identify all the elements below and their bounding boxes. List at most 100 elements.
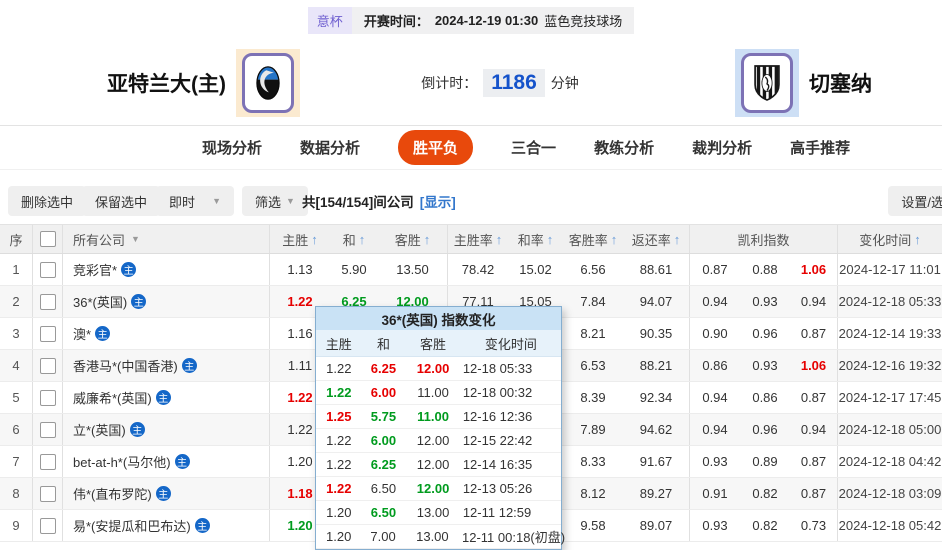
row-checkbox-cell[interactable] bbox=[33, 446, 63, 477]
primary-badge-icon: 主 bbox=[95, 326, 110, 341]
value-cell: 9 bbox=[0, 510, 33, 541]
row-checkbox-cell[interactable] bbox=[33, 350, 63, 381]
row-checkbox-cell[interactable] bbox=[33, 382, 63, 413]
row-checkbox[interactable] bbox=[40, 326, 56, 342]
tab-live-analysis[interactable]: 现场分析 bbox=[202, 137, 262, 158]
row-checkbox[interactable] bbox=[40, 358, 56, 374]
value-cell: 2 bbox=[0, 286, 33, 317]
sort-up-icon: ↑ bbox=[914, 232, 921, 247]
value-cell: 6 bbox=[0, 414, 33, 445]
row-checkbox-cell[interactable] bbox=[33, 510, 63, 541]
column-header-所有公司[interactable]: 所有公司▼ bbox=[63, 225, 270, 253]
popup-odds-value: 6.25 bbox=[362, 457, 406, 472]
tab-data-analysis[interactable]: 数据分析 bbox=[300, 137, 360, 158]
row-checkbox[interactable] bbox=[40, 294, 56, 310]
header-label: 返还率 bbox=[632, 230, 671, 249]
value-cell: 89.27 bbox=[623, 478, 690, 509]
company-name: 竞彩官* bbox=[73, 260, 117, 279]
column-header-客胜率[interactable]: 客胜率↑ bbox=[563, 225, 623, 253]
popup-column-header: 客胜 bbox=[405, 334, 461, 353]
row-checkbox-cell[interactable] bbox=[33, 414, 63, 445]
value-cell: 0.93 bbox=[690, 510, 740, 541]
settings-button[interactable]: 设置/选择 bbox=[888, 186, 942, 216]
primary-badge-icon: 主 bbox=[156, 390, 171, 405]
value-cell: 0.93 bbox=[740, 286, 790, 317]
select-all-checkbox[interactable] bbox=[40, 231, 56, 247]
row-checkbox[interactable] bbox=[40, 262, 56, 278]
tab-win-draw-lose[interactable]: 胜平负 bbox=[398, 130, 473, 165]
value-cell: 0.94 bbox=[690, 286, 740, 317]
popup-change-time: 12-11 00:18(初盘) bbox=[460, 527, 561, 546]
odds-cell[interactable]: 1.13 bbox=[270, 254, 330, 285]
popup-odds-value: 13.00 bbox=[405, 529, 460, 544]
company-cell: 立*(英国)主 bbox=[63, 414, 270, 445]
company-name: 立*(英国) bbox=[73, 420, 126, 439]
kickoff-info: 开赛时间： 2024-12-19 01:30 蓝色竞技球场 bbox=[352, 7, 634, 34]
column-header-和率[interactable]: 和率↑ bbox=[508, 225, 563, 253]
popup-odds-value: 1.22 bbox=[316, 457, 362, 472]
popup-odds-row: 1.226.0011.0012-18 00:32 bbox=[316, 381, 561, 405]
row-checkbox-cell[interactable] bbox=[33, 286, 63, 317]
popup-odds-value: 11.00 bbox=[405, 385, 461, 400]
company-cell: 香港马*(中国香港)主 bbox=[63, 350, 270, 381]
tab-three-in-one[interactable]: 三合一 bbox=[511, 137, 556, 158]
popup-change-time: 12-18 05:33 bbox=[461, 361, 561, 376]
value-cell: 1.06 bbox=[790, 350, 838, 381]
value-cell: 92.34 bbox=[623, 382, 690, 413]
table-row: 1竞彩官*主1.135.9013.5078.4215.026.5688.610.… bbox=[0, 254, 942, 286]
countdown-label: 倒计时： bbox=[421, 73, 477, 93]
column-header-客胜[interactable]: 客胜↑ bbox=[378, 225, 448, 253]
tab-referee-analysis[interactable]: 裁判分析 bbox=[692, 137, 752, 158]
odds-cell[interactable]: 5.90 bbox=[330, 254, 378, 285]
popup-change-time: 12-13 05:26 bbox=[461, 481, 561, 496]
column-header-变化时间[interactable]: 变化时间↑ bbox=[838, 225, 942, 253]
atalanta-crest-icon bbox=[251, 61, 285, 105]
value-cell: 94.07 bbox=[623, 286, 690, 317]
popup-odds-row: 1.206.5013.0012-11 12:59 bbox=[316, 501, 561, 525]
row-checkbox-cell[interactable] bbox=[33, 254, 63, 285]
value-cell: 4 bbox=[0, 350, 33, 381]
filter-dropdown[interactable]: 筛选 ▼ bbox=[242, 186, 308, 216]
popup-odds-value: 12.00 bbox=[405, 433, 461, 448]
select-all-checkbox-cell[interactable] bbox=[33, 225, 63, 253]
value-cell: 88.21 bbox=[623, 350, 690, 381]
analysis-nav: 现场分析 数据分析 胜平负 三合一 教练分析 裁判分析 高手推荐 bbox=[0, 125, 942, 169]
company-name: 伟*(直布罗陀) bbox=[73, 484, 152, 503]
primary-badge-icon: 主 bbox=[195, 518, 210, 533]
row-checkbox-cell[interactable] bbox=[33, 318, 63, 349]
row-checkbox[interactable] bbox=[40, 390, 56, 406]
popup-odds-row: 1.226.0012.0012-15 22:42 bbox=[316, 429, 561, 453]
company-name: 威廉希*(英国) bbox=[73, 388, 152, 407]
value-cell: 0.93 bbox=[690, 446, 740, 477]
company-name: 36*(英国) bbox=[73, 292, 127, 311]
value-cell: 2024-12-16 19:32 bbox=[838, 350, 942, 381]
row-checkbox[interactable] bbox=[40, 422, 56, 438]
column-header-和[interactable]: 和↑ bbox=[330, 225, 378, 253]
show-link[interactable]: [显示] bbox=[420, 191, 456, 211]
primary-badge-icon: 主 bbox=[182, 358, 197, 373]
popup-odds-value: 12.00 bbox=[405, 481, 461, 496]
column-header-返还率[interactable]: 返还率↑ bbox=[623, 225, 690, 253]
odds-cell[interactable]: 13.50 bbox=[378, 254, 448, 285]
column-header-主胜[interactable]: 主胜↑ bbox=[270, 225, 330, 253]
value-cell: 0.73 bbox=[790, 510, 838, 541]
row-checkbox[interactable] bbox=[40, 518, 56, 534]
match-info-bar: 意杯 开赛时间： 2024-12-19 01:30 蓝色竞技球场 bbox=[0, 7, 942, 34]
kickoff-time: 2024-12-19 01:30 bbox=[435, 13, 538, 28]
row-checkbox-cell[interactable] bbox=[33, 478, 63, 509]
delete-selected-button[interactable]: 删除选中 bbox=[8, 186, 86, 216]
value-cell: 0.87 bbox=[790, 446, 838, 477]
column-header-主胜率[interactable]: 主胜率↑ bbox=[448, 225, 508, 253]
popup-odds-value: 5.75 bbox=[362, 409, 406, 424]
row-checkbox[interactable] bbox=[40, 454, 56, 470]
tab-coach-analysis[interactable]: 教练分析 bbox=[594, 137, 654, 158]
value-cell: 88.61 bbox=[623, 254, 690, 285]
popup-column-header: 主胜 bbox=[316, 334, 362, 353]
keep-selected-button[interactable]: 保留选中 bbox=[82, 186, 160, 216]
value-cell: 3 bbox=[0, 318, 33, 349]
value-cell: 9.58 bbox=[563, 510, 623, 541]
tab-expert-picks[interactable]: 高手推荐 bbox=[790, 137, 850, 158]
column-header-凯利指数: 凯利指数 bbox=[690, 225, 838, 253]
row-checkbox[interactable] bbox=[40, 486, 56, 502]
instant-dropdown[interactable]: 即时 ▼ bbox=[156, 186, 234, 216]
